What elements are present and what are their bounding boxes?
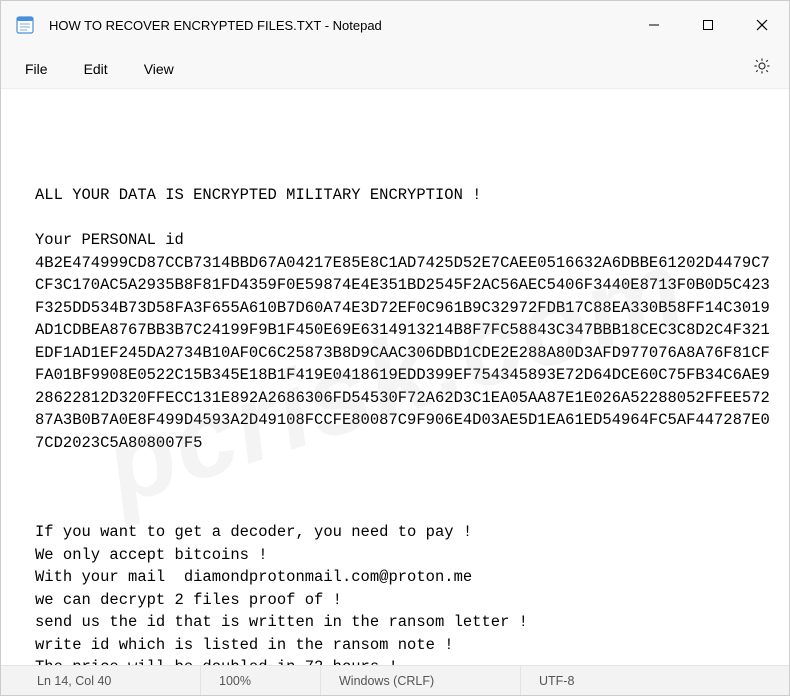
status-zoom[interactable]: 100% [201, 666, 321, 695]
status-encoding: UTF-8 [521, 666, 789, 695]
gear-icon [753, 57, 771, 75]
menubar: File Edit View [1, 49, 789, 89]
settings-button[interactable] [741, 51, 783, 86]
minimize-button[interactable] [627, 1, 681, 49]
menu-view[interactable]: View [126, 55, 192, 83]
maximize-button[interactable] [681, 1, 735, 49]
notepad-icon [15, 15, 35, 35]
notepad-window: HOW TO RECOVER ENCRYPTED FILES.TXT - Not… [0, 0, 790, 696]
menu-edit[interactable]: Edit [66, 55, 126, 83]
statusbar: Ln 14, Col 40 100% Windows (CRLF) UTF-8 [1, 665, 789, 695]
text-editor[interactable]: pcrisk.com ALL YOUR DATA IS ENCRYPTED MI… [1, 89, 789, 665]
window-controls [627, 1, 789, 49]
document-body: ALL YOUR DATA IS ENCRYPTED MILITARY ENCR… [35, 184, 775, 665]
status-eol: Windows (CRLF) [321, 666, 521, 695]
menu-file[interactable]: File [7, 55, 66, 83]
window-title: HOW TO RECOVER ENCRYPTED FILES.TXT - Not… [49, 18, 627, 33]
close-button[interactable] [735, 1, 789, 49]
titlebar[interactable]: HOW TO RECOVER ENCRYPTED FILES.TXT - Not… [1, 1, 789, 49]
status-cursor: Ln 14, Col 40 [1, 666, 201, 695]
